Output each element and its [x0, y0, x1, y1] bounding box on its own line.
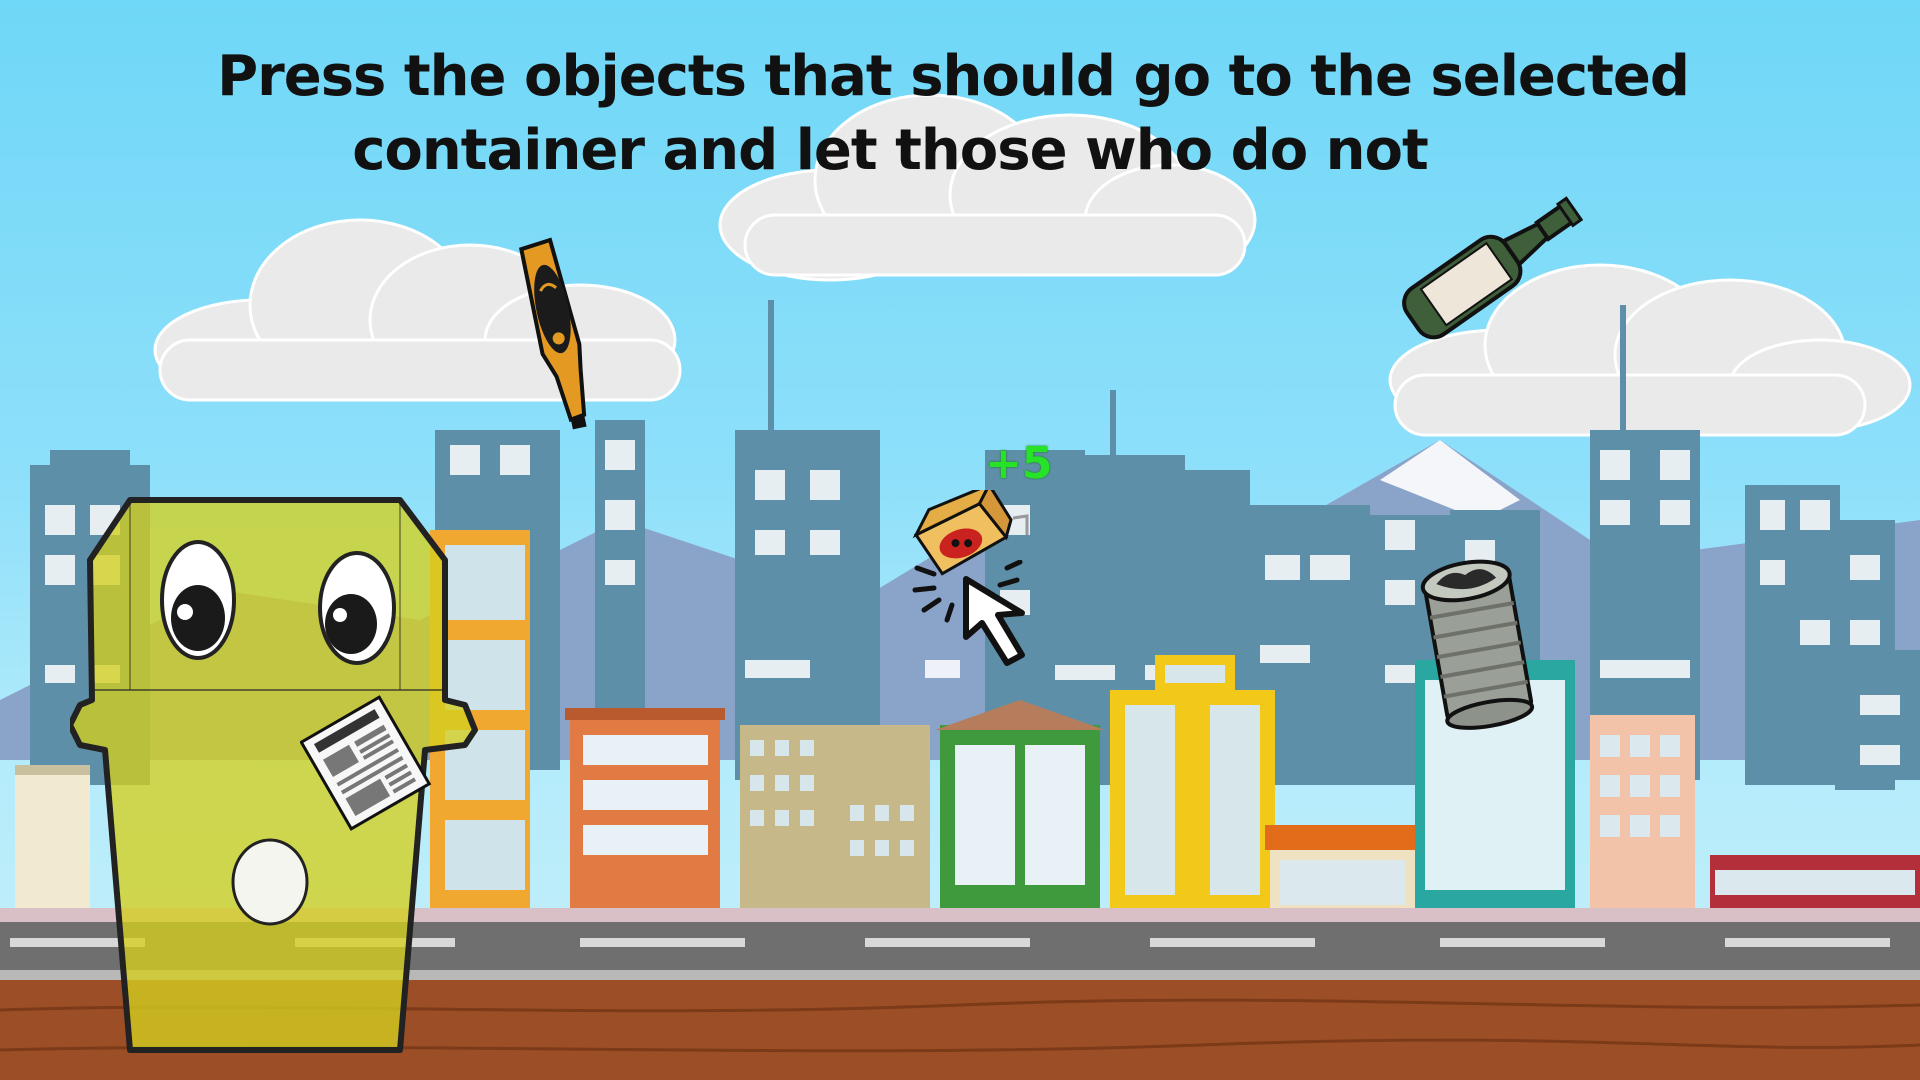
- instruction-line-2: container and let those who do not: [352, 118, 1429, 183]
- container-mouth: [231, 838, 309, 926]
- tin-can-object[interactable]: [1415, 550, 1540, 735]
- instruction-line-1: Press the objects that should go to the …: [217, 44, 1690, 109]
- arrow-cursor-icon: [963, 576, 1025, 666]
- instruction-text: Press the objects that should go to the …: [0, 40, 1920, 188]
- game-scene: Press the objects that should go to the …: [0, 0, 1920, 1080]
- score-popup: +5: [985, 438, 1053, 489]
- newspaper-object[interactable]: [300, 690, 435, 835]
- wine-bottle-object[interactable]: [1385, 180, 1600, 350]
- beer-bottle-object[interactable]: [515, 228, 605, 443]
